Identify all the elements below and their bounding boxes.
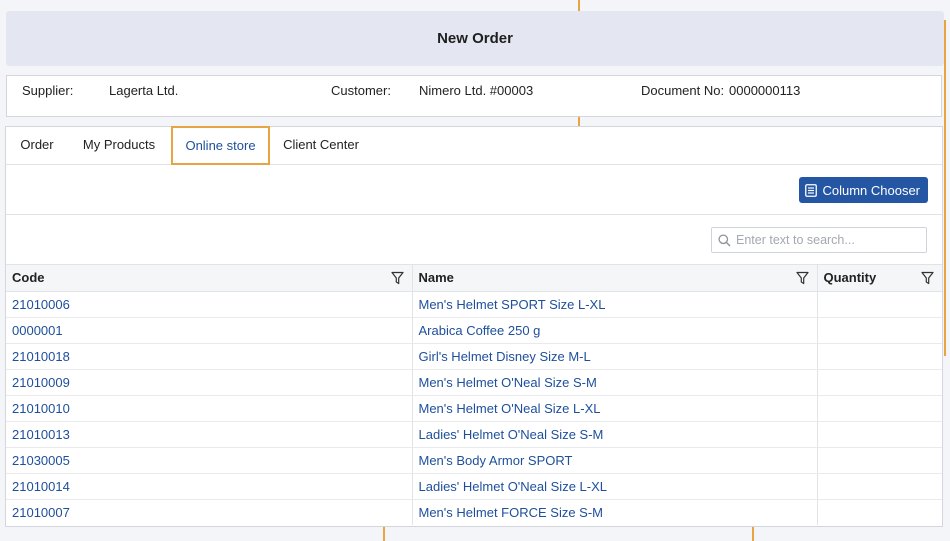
- column-header-label: Quantity: [823, 270, 877, 286]
- quantity-cell[interactable]: [817, 421, 942, 448]
- name-cell[interactable]: Ladies' Helmet O'Neal Size L-XL: [412, 473, 818, 500]
- quantity-cell[interactable]: [817, 395, 942, 422]
- document-label: Document No:: [641, 83, 725, 98]
- table-row[interactable]: 21010014 Ladies' Helmet O'Neal Size L-XL: [6, 473, 942, 500]
- customer-value: Nimero Ltd. #00003: [419, 83, 534, 98]
- code-link[interactable]: 21010014: [12, 479, 70, 494]
- filter-icon[interactable]: [795, 271, 809, 285]
- table-row[interactable]: 21030005 Men's Body Armor SPORT: [6, 447, 942, 474]
- products-table: Code Name Quantity 21010006 Men's Helmet…: [6, 265, 942, 525]
- code-link[interactable]: 21010018: [12, 349, 70, 364]
- customer-label: Customer:: [331, 83, 391, 98]
- name-link[interactable]: Men's Helmet FORCE Size S-M: [419, 505, 604, 520]
- name-link[interactable]: Girl's Helmet Disney Size M-L: [419, 349, 591, 364]
- search-icon: [718, 233, 731, 246]
- name-link[interactable]: Men's Body Armor SPORT: [419, 453, 573, 468]
- order-info-panel: Supplier: Lagerta Ltd. Customer: Nimero …: [6, 75, 942, 117]
- name-link[interactable]: Arabica Coffee 250 g: [419, 323, 541, 338]
- name-link[interactable]: Ladies' Helmet O'Neal Size S-M: [419, 427, 604, 442]
- table-row[interactable]: 21010010 Men's Helmet O'Neal Size L-XL: [6, 395, 942, 422]
- name-cell[interactable]: Girl's Helmet Disney Size M-L: [412, 343, 818, 370]
- online-store-panel: Order My Products Online store Client Ce…: [5, 126, 943, 527]
- name-link[interactable]: Men's Helmet O'Neal Size L-XL: [419, 401, 601, 416]
- name-cell[interactable]: Men's Helmet O'Neal Size L-XL: [412, 395, 818, 422]
- search-box[interactable]: [711, 227, 927, 253]
- name-cell[interactable]: Ladies' Helmet O'Neal Size S-M: [412, 421, 818, 448]
- search-row: [6, 215, 942, 265]
- tab-order[interactable]: Order: [12, 127, 62, 165]
- quantity-cell[interactable]: [817, 317, 942, 344]
- name-cell[interactable]: Men's Body Armor SPORT: [412, 447, 818, 474]
- column-header-name[interactable]: Name: [412, 265, 818, 292]
- filter-icon[interactable]: [921, 271, 934, 285]
- name-cell[interactable]: Arabica Coffee 250 g: [412, 317, 818, 344]
- code-cell[interactable]: 0000001: [6, 317, 413, 344]
- code-link[interactable]: 21030005: [12, 453, 70, 468]
- column-header-quantity[interactable]: Quantity: [817, 265, 942, 292]
- background-connector-line: [383, 527, 385, 541]
- code-cell[interactable]: 21010018: [6, 343, 413, 370]
- toolbar: Column Chooser: [6, 165, 942, 215]
- quantity-cell[interactable]: [817, 343, 942, 370]
- code-cell[interactable]: 21010013: [6, 421, 413, 448]
- table-row[interactable]: 21010009 Men's Helmet O'Neal Size S-M: [6, 369, 942, 396]
- code-cell[interactable]: 21010014: [6, 473, 413, 500]
- code-link[interactable]: 21010013: [12, 427, 70, 442]
- name-link[interactable]: Men's Helmet SPORT Size L-XL: [419, 297, 606, 312]
- table-row[interactable]: 21010006 Men's Helmet SPORT Size L-XL: [6, 291, 942, 318]
- code-cell[interactable]: 21010006: [6, 291, 413, 318]
- table-row[interactable]: 0000001 Arabica Coffee 250 g: [6, 317, 942, 344]
- column-header-code[interactable]: Code: [6, 265, 413, 292]
- quantity-cell[interactable]: [817, 447, 942, 474]
- code-link[interactable]: 21010006: [12, 297, 70, 312]
- supplier-label: Supplier:: [22, 83, 74, 98]
- quantity-cell[interactable]: [817, 473, 942, 500]
- code-cell[interactable]: 21010010: [6, 395, 413, 422]
- table-header-row: Code Name Quantity: [6, 265, 942, 292]
- code-cell[interactable]: 21030005: [6, 447, 413, 474]
- table-row[interactable]: 21010018 Girl's Helmet Disney Size M-L: [6, 343, 942, 370]
- background-connector-line: [752, 527, 754, 541]
- quantity-cell[interactable]: [817, 291, 942, 318]
- background-connector-line: [578, 117, 580, 126]
- tab-my-products[interactable]: My Products: [78, 127, 160, 165]
- quantity-cell[interactable]: [817, 499, 942, 525]
- document-value: 0000000113: [729, 83, 801, 98]
- tab-client-center[interactable]: Client Center: [280, 127, 362, 165]
- tab-bar: Order My Products Online store Client Ce…: [6, 126, 942, 165]
- quantity-cell[interactable]: [817, 369, 942, 396]
- background-connector-line: [944, 20, 946, 356]
- page-title-text: New Order: [437, 30, 513, 47]
- code-cell[interactable]: 21010007: [6, 499, 413, 525]
- name-cell[interactable]: Men's Helmet FORCE Size S-M: [412, 499, 818, 525]
- column-chooser-button[interactable]: Column Chooser: [799, 177, 928, 203]
- code-link[interactable]: 21010009: [12, 375, 70, 390]
- table-row[interactable]: 21010007 Men's Helmet FORCE Size S-M: [6, 499, 942, 525]
- column-header-label: Name: [418, 270, 454, 286]
- column-header-label: Code: [12, 270, 45, 286]
- name-cell[interactable]: Men's Helmet SPORT Size L-XL: [412, 291, 818, 318]
- name-link[interactable]: Men's Helmet O'Neal Size S-M: [419, 375, 597, 390]
- code-cell[interactable]: 21010009: [6, 369, 413, 396]
- name-link[interactable]: Ladies' Helmet O'Neal Size L-XL: [419, 479, 608, 494]
- column-chooser-icon: [805, 183, 818, 197]
- name-cell[interactable]: Men's Helmet O'Neal Size S-M: [412, 369, 818, 396]
- code-link[interactable]: 21010010: [12, 401, 70, 416]
- table-row[interactable]: 21010013 Ladies' Helmet O'Neal Size S-M: [6, 421, 942, 448]
- code-link[interactable]: 21010007: [12, 505, 70, 520]
- filter-icon[interactable]: [390, 271, 404, 285]
- search-input[interactable]: [736, 233, 916, 247]
- supplier-value: Lagerta Ltd.: [109, 83, 179, 98]
- code-link[interactable]: 0000001: [12, 323, 63, 338]
- column-chooser-label: Column Chooser: [822, 182, 920, 198]
- page-title: New Order: [6, 11, 944, 66]
- tab-online-store[interactable]: Online store: [171, 126, 270, 165]
